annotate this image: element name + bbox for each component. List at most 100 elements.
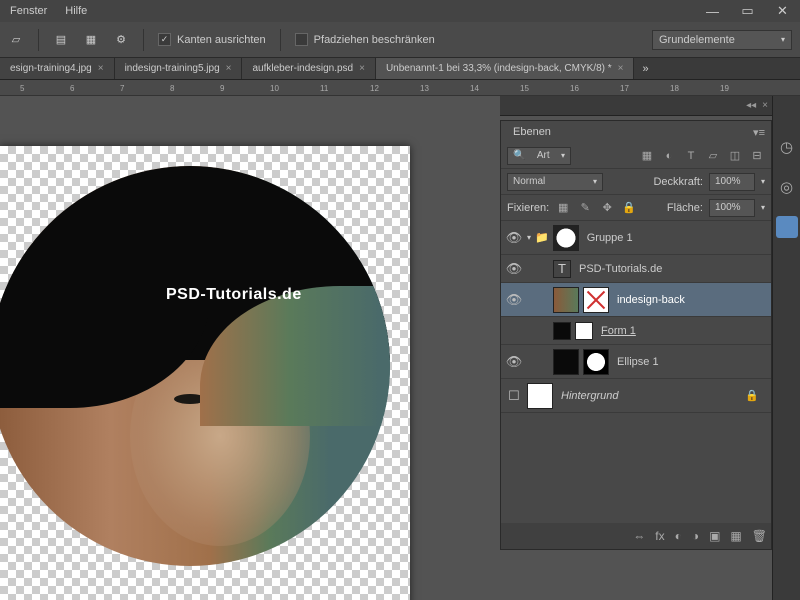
filter-adjust-icon[interactable]: ◐	[661, 148, 677, 164]
visibility-icon[interactable]: 👁	[505, 230, 523, 246]
chevron-down-icon[interactable]: ▾	[761, 203, 765, 212]
chevron-down-icon[interactable]: ▾	[761, 177, 765, 186]
layer-thumb[interactable]	[553, 287, 579, 313]
ruler-mark: 7	[120, 84, 124, 93]
layer-ellipse[interactable]: 👁 Ellipse 1	[501, 345, 771, 379]
tab-unbenannt[interactable]: Unbenannt-1 bei 33,3% (indesign-back, CM…	[376, 58, 635, 79]
layer-name: PSD-Tutorials.de	[575, 263, 662, 275]
maximize-button[interactable]: ▭	[730, 0, 765, 22]
vector-mask-thumb[interactable]	[583, 349, 609, 375]
options-icon[interactable]: ⚙	[113, 32, 129, 48]
layer-shape[interactable]: Form 1	[501, 317, 771, 345]
filter-shape-icon[interactable]: ▱	[705, 148, 721, 164]
constrain-path-option[interactable]: Pfadziehen beschränken	[295, 33, 435, 46]
collapse-icon[interactable]: ◂◂	[746, 100, 756, 111]
filter-smart-icon[interactable]: ◫	[727, 148, 743, 164]
lock-icon: 🔒	[745, 389, 767, 402]
delete-layer-icon[interactable]: 🗑	[752, 529, 767, 543]
chevron-down-icon: ▾	[593, 177, 597, 186]
layer-background[interactable]: ☐ Hintergrund 🔒	[501, 379, 771, 413]
lock-transparency-icon[interactable]: ▦	[555, 200, 571, 216]
lock-pixels-icon[interactable]: ✎	[577, 200, 593, 216]
visibility-icon[interactable]: 👁	[505, 292, 523, 308]
tab-overflow-button[interactable]: »	[634, 58, 656, 79]
layer-text[interactable]: 👁 T PSD-Tutorials.de	[501, 255, 771, 283]
lock-all-icon[interactable]: 🔒	[621, 200, 637, 216]
close-icon[interactable]: ×	[359, 63, 365, 74]
expand-icon[interactable]: ▾	[527, 233, 531, 242]
ruler-mark: 13	[420, 84, 429, 93]
checkbox-icon[interactable]: ✓	[158, 33, 171, 46]
shape-fill-icon[interactable]: ▱	[8, 32, 24, 48]
filter-pixel-icon[interactable]: ▦	[639, 148, 655, 164]
checkbox-icon[interactable]	[295, 33, 308, 46]
panel-title[interactable]: Ebenen	[501, 121, 563, 143]
menu-hilfe[interactable]: Hilfe	[65, 5, 87, 17]
opacity-input[interactable]: 100%	[709, 173, 755, 191]
menu-fenster[interactable]: Fenster	[10, 5, 47, 17]
fill-input[interactable]: 100%	[709, 199, 755, 217]
blend-mode-select[interactable]: Normal ▾	[507, 173, 603, 191]
adjustment-layer-icon[interactable]: ◑	[692, 529, 699, 543]
close-icon[interactable]: ×	[98, 63, 104, 74]
blend-opacity-row: Normal ▾ Deckkraft: 100% ▾	[501, 169, 771, 195]
type-layer-icon: T	[553, 260, 571, 278]
visibility-icon[interactable]: 👁	[505, 354, 523, 370]
window-controls: — ▭ ✕	[695, 0, 800, 22]
shape-preset-dropdown[interactable]: Grundelemente ▾	[652, 30, 792, 50]
ruler-mark: 9	[220, 84, 224, 93]
separator	[38, 29, 39, 51]
panel-menu-icon[interactable]: ▾≡	[747, 126, 771, 139]
close-icon[interactable]: ×	[762, 100, 768, 111]
arrange-icon[interactable]: ▦	[83, 32, 99, 48]
lock-position-icon[interactable]: ✥	[599, 200, 615, 216]
close-icon[interactable]: ×	[226, 63, 232, 74]
ruler-mark: 14	[470, 84, 479, 93]
preset-label: Grundelemente	[659, 34, 735, 46]
link-layers-icon[interactable]: ⇔	[633, 529, 645, 543]
layer-fx-icon[interactable]: fx	[655, 529, 664, 543]
ruler-mark: 12	[370, 84, 379, 93]
layer-group[interactable]: 👁 ▾ 📁 Gruppe 1	[501, 221, 771, 255]
panel-collapse-bar[interactable]: ◂◂ ×	[500, 96, 772, 116]
filter-type-icon[interactable]: T	[683, 148, 699, 164]
history-panel-icon[interactable]: ◷	[776, 136, 798, 158]
separator	[280, 29, 281, 51]
tab-training4[interactable]: esign-training4.jpg×	[0, 58, 115, 79]
group-icon[interactable]: ▣	[709, 529, 720, 543]
close-button[interactable]: ✕	[765, 0, 800, 22]
layer-thumb[interactable]	[553, 322, 571, 340]
layers-list: 👁 ▾ 📁 Gruppe 1 👁 T PSD-Tutorials.de 👁	[501, 221, 771, 413]
mask-thumb[interactable]	[553, 225, 579, 251]
visibility-icon[interactable]: 👁	[505, 261, 523, 277]
mask-disabled-thumb[interactable]	[583, 287, 609, 313]
filter-type-select[interactable]: 🔍 Art ▾	[507, 147, 571, 165]
tab-training5[interactable]: indesign-training5.jpg×	[115, 58, 243, 79]
ruler-mark: 19	[720, 84, 729, 93]
minimize-button[interactable]: —	[695, 0, 730, 22]
align-edges-option[interactable]: ✓ Kanten ausrichten	[158, 33, 266, 46]
blend-mode-label: Normal	[513, 176, 545, 187]
layer-filter-row: 🔍 Art ▾ ▦ ◐ T ▱ ◫ ⊟	[501, 143, 771, 169]
layer-mask-icon[interactable]: ◐	[675, 529, 682, 543]
layer-image[interactable]: 👁 indesign-back	[501, 283, 771, 317]
layer-name: Gruppe 1	[583, 232, 633, 244]
color-panel-icon[interactable]	[776, 216, 798, 238]
swatches-panel-icon[interactable]: ◎	[776, 176, 798, 198]
layer-thumb[interactable]	[553, 349, 579, 375]
layer-name: Form 1	[597, 325, 636, 337]
close-icon[interactable]: ×	[618, 63, 624, 74]
ruler-mark: 6	[70, 84, 74, 93]
fill-label: Fläche:	[667, 202, 703, 214]
canvas[interactable]: PSD-Tutorials.de	[0, 96, 500, 600]
align-icon[interactable]: ▤	[53, 32, 69, 48]
brand-text: PSD-Tutorials.de	[166, 286, 302, 304]
layer-thumb[interactable]	[527, 383, 553, 409]
new-layer-icon[interactable]: ▦	[730, 529, 741, 543]
filter-toggle[interactable]: ⊟	[749, 148, 765, 164]
black-wave	[0, 166, 390, 358]
visibility-hidden[interactable]: ☐	[505, 388, 523, 404]
ruler-mark: 11	[320, 84, 328, 93]
tab-aufkleber[interactable]: aufkleber-indesign.psd×	[242, 58, 375, 79]
vector-mask-thumb[interactable]	[575, 322, 593, 340]
